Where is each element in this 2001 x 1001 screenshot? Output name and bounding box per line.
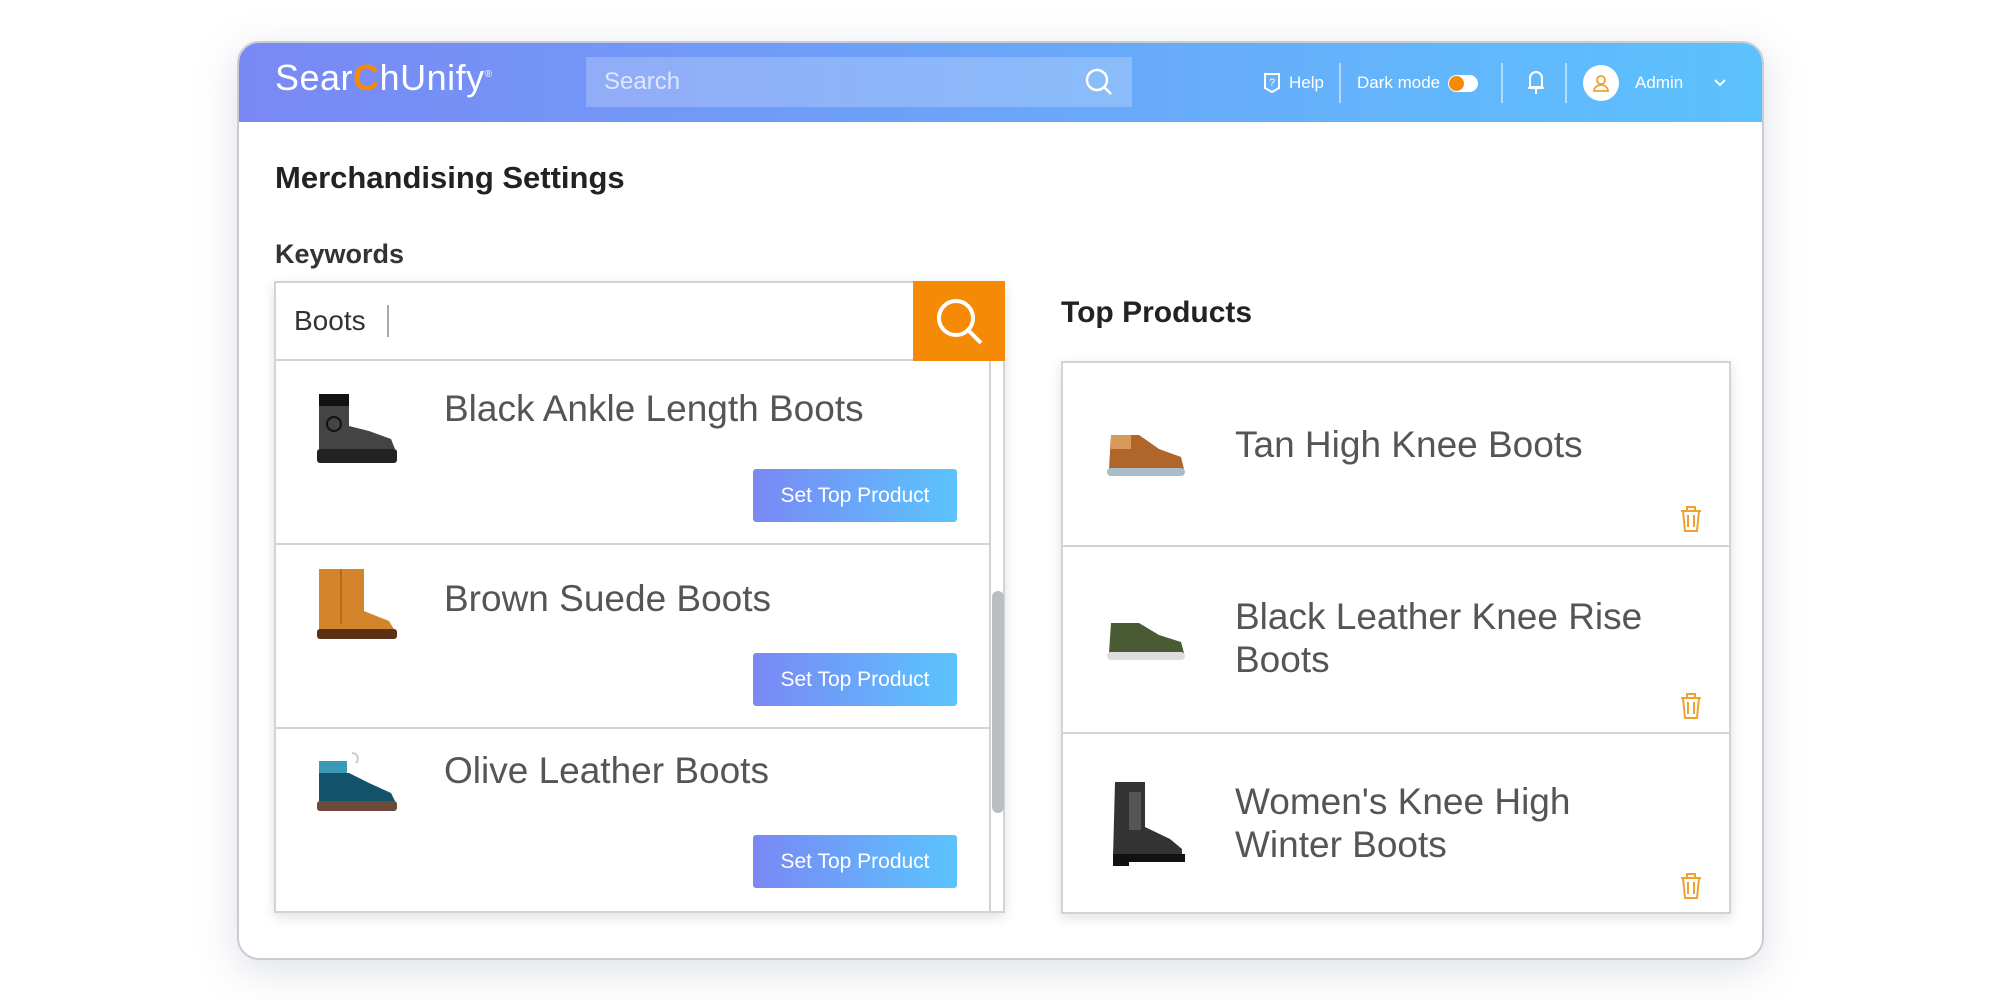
svg-text:?: ? (1269, 77, 1275, 89)
product-name: Olive Leather Boots (444, 750, 769, 791)
olive-sneaker-image (1107, 623, 1185, 660)
top-products-title: Top Products (1061, 296, 1253, 329)
help-icon: ? (1264, 73, 1280, 94)
top-bar: SearChUnify® ? Help Dark mode Admin (239, 43, 1762, 122)
dark-mode-control: Dark mode (1357, 63, 1479, 103)
list-item: Black Ankle Length Boots Set Top Product (276, 361, 989, 545)
user-menu[interactable]: Admin (1583, 63, 1727, 103)
help-link[interactable]: ? Help (1263, 63, 1324, 103)
keyword-search-button[interactable] (913, 281, 1005, 361)
notifications-button[interactable] (1525, 63, 1547, 103)
scrollbar-thumb[interactable] (992, 591, 1004, 813)
divider (1339, 63, 1341, 103)
user-icon (1593, 75, 1609, 92)
keyword-input[interactable] (294, 305, 389, 337)
black-chelsea-boot-image (1113, 782, 1185, 866)
dark-mode-label: Dark mode (1357, 73, 1441, 92)
keyword-search (276, 283, 913, 361)
top-product-name: Women's Knee High Winter Boots (1235, 781, 1571, 865)
global-search-input[interactable] (604, 68, 1084, 96)
divider (1565, 63, 1567, 103)
divider (1501, 63, 1503, 103)
bell-icon (1528, 70, 1544, 94)
set-top-product-button[interactable]: Set Top Product (753, 835, 957, 888)
trash-icon[interactable] (1679, 692, 1703, 720)
chevron-down-icon (1714, 79, 1726, 87)
top-product-item: Women's Knee High Winter Boots (1063, 734, 1729, 912)
trash-icon[interactable] (1679, 505, 1703, 533)
keyword-results-panel: Black Ankle Length Boots Set Top Product… (274, 281, 1005, 913)
global-search (586, 57, 1132, 107)
product-name: Brown Suede Boots (444, 578, 772, 619)
searchunify-logo[interactable]: SearChUnify® (275, 57, 492, 99)
list-item: Olive Leather Boots Set Top Product (276, 729, 989, 913)
search-icon (937, 299, 983, 345)
search-icon[interactable] (1084, 67, 1114, 97)
top-product-item: Tan High Knee Boots (1063, 363, 1729, 547)
product-name: Black Ankle Length Boots (444, 388, 864, 429)
top-product-name: Black Leather Knee Rise Boots (1235, 596, 1643, 680)
trash-icon[interactable] (1679, 872, 1703, 900)
top-products-panel: Tan High Knee Boots Black Leather Knee R… (1061, 361, 1731, 914)
dark-mode-toggle[interactable] (1448, 74, 1479, 92)
top-product-item: Black Leather Knee Rise Boots (1063, 547, 1729, 734)
avatar (1583, 65, 1619, 101)
app-window: SearChUnify® ? Help Dark mode Admin Merc… (237, 41, 1764, 960)
top-product-name: Tan High Knee Boots (1235, 424, 1583, 465)
black-ankle-boot-image (317, 394, 397, 463)
teal-hiking-boot-image (317, 752, 397, 811)
brown-suede-boot-image (317, 569, 397, 639)
help-label: Help (1289, 73, 1324, 92)
tan-sneaker-image (1107, 435, 1185, 476)
page-title: Merchandising Settings (275, 160, 625, 195)
set-top-product-button[interactable]: Set Top Product (753, 469, 957, 522)
user-name: Admin (1635, 73, 1684, 92)
results-scrollbar[interactable] (989, 361, 1005, 913)
list-item: Brown Suede Boots Set Top Product (276, 545, 989, 729)
keywords-label: Keywords (275, 239, 405, 269)
set-top-product-button[interactable]: Set Top Product (753, 653, 957, 706)
